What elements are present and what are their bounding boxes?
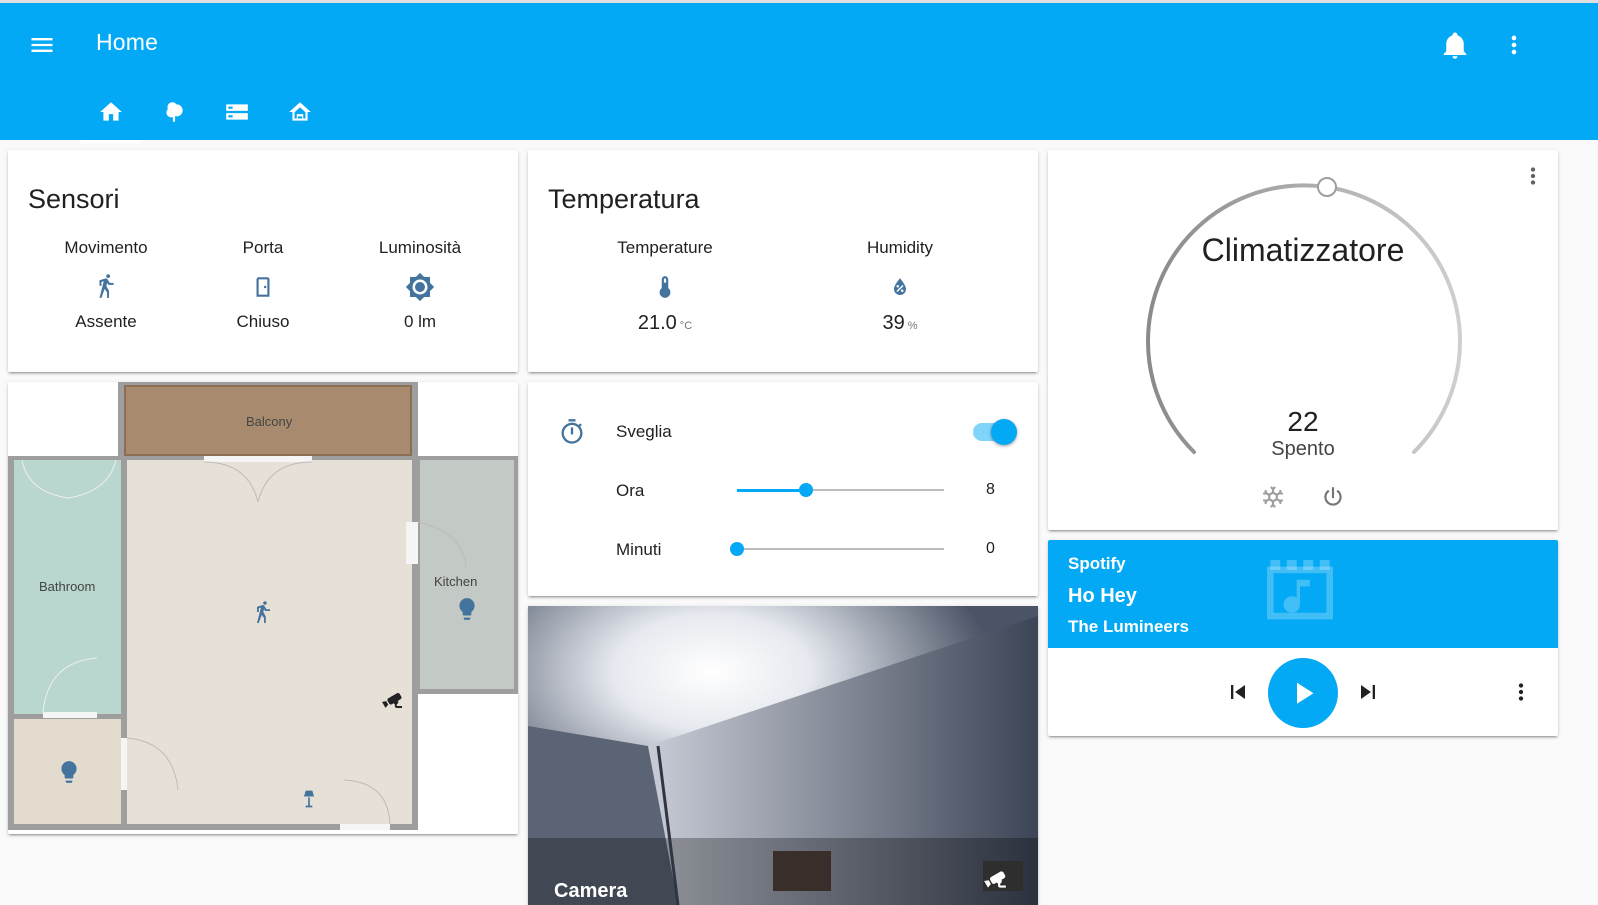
toggle-knob	[991, 419, 1017, 445]
thermostat-state: Spento	[1271, 438, 1335, 460]
sensor-label: Movimento	[64, 238, 148, 257]
media-source: Spotify	[1068, 554, 1126, 573]
temperature-card: Temperatura Temperature 21.0 °C Humidity …	[528, 150, 1038, 372]
media-player-card: Spotify Ho Hey The Lumineers	[1048, 540, 1558, 736]
more-vert-icon[interactable]	[1500, 29, 1528, 61]
music-video-icon	[1260, 560, 1340, 631]
slider-fill	[737, 489, 806, 492]
slider-knob[interactable]	[799, 483, 813, 497]
cctv-icon	[980, 866, 1010, 897]
lightbulb-icon[interactable]	[454, 595, 480, 628]
page-title: Home	[96, 29, 159, 55]
tab-garden[interactable]	[144, 91, 204, 143]
sensor-value: 21.0	[637, 312, 677, 334]
cctv-icon[interactable]	[378, 688, 406, 717]
minutes-label: Minuti	[616, 540, 662, 559]
media-artist: The Lumineers	[1068, 617, 1189, 636]
sensor-value: 39	[882, 312, 905, 334]
sensor-value: 0 lm	[403, 312, 437, 331]
tab-house[interactable]	[270, 91, 330, 143]
home-outline-icon	[289, 102, 311, 121]
app-toolbar: Home	[0, 0, 1598, 143]
sensor-temperature[interactable]: Temperature 21.0 °C	[585, 238, 745, 335]
more-vert-icon[interactable]	[1508, 678, 1534, 711]
room-label-kitchen: Kitchen	[434, 574, 478, 589]
camera-image	[528, 606, 1038, 905]
thermostat-name: Climatizzatore	[1201, 232, 1405, 268]
sensor-luminosity[interactable]: Luminosità 0 lm	[340, 238, 500, 332]
bell-icon[interactable]	[1440, 29, 1470, 61]
sensor-value: Assente	[75, 312, 137, 331]
camera-label: Camera	[554, 880, 628, 902]
dial-handle	[1317, 177, 1337, 197]
door-icon	[183, 262, 343, 312]
floorplan-card: Balcony Bathroom Kitchen	[8, 382, 518, 834]
water-percent-icon	[820, 262, 980, 312]
slider-track	[737, 548, 944, 550]
card-title: Temperatura	[548, 184, 700, 214]
menu-icon[interactable]	[28, 31, 56, 59]
sensor-unit: %	[907, 320, 918, 332]
sensor-humidity[interactable]: Humidity 39%	[820, 238, 980, 335]
play-icon	[1297, 682, 1314, 704]
sensor-motion[interactable]: Movimento Assente	[26, 238, 186, 332]
thermostat-target: 22	[1287, 406, 1319, 437]
thermometer-icon	[585, 262, 745, 312]
alarm-card: Sveglia Ora 8 Minuti 0	[528, 382, 1038, 596]
server-icon	[226, 104, 248, 120]
camera-card[interactable]: Camera	[528, 606, 1038, 905]
media-header: Spotify Ho Hey The Lumineers	[1048, 540, 1558, 648]
hour-label: Ora	[616, 481, 645, 500]
timer-icon	[558, 418, 586, 451]
floor-lamp-icon[interactable]	[299, 785, 319, 818]
sensor-label: Humidity	[866, 238, 934, 257]
more-vert-icon[interactable]	[1520, 162, 1546, 195]
room-label-bathroom: Bathroom	[39, 579, 96, 594]
brightness-icon	[340, 262, 500, 312]
walk-icon	[26, 262, 186, 312]
sensor-label: Luminosità	[378, 238, 462, 257]
alarm-label: Sveglia	[616, 422, 672, 441]
minutes-value: 0	[986, 540, 995, 557]
sensor-label: Porta	[242, 238, 284, 257]
media-title: Ho Hey	[1068, 585, 1137, 607]
lightbulb-icon[interactable]	[56, 758, 82, 791]
tree-icon	[166, 102, 183, 122]
sensor-value: Chiuso	[236, 312, 290, 331]
room-label-balcony: Balcony	[246, 414, 293, 429]
skip-next-icon[interactable]	[1354, 678, 1382, 711]
power-icon[interactable]	[1320, 484, 1346, 515]
sensor-unit: °C	[679, 320, 693, 332]
thermostat-card: Climatizzatore 22 Spento	[1048, 150, 1558, 530]
sensors-card: Sensori Movimento Assente Porta Chiuso L…	[8, 150, 518, 372]
play-button[interactable]	[1268, 658, 1338, 728]
snowflake-icon[interactable]	[1260, 484, 1286, 515]
thermostat-dial[interactable]	[1048, 150, 1558, 530]
tab-server[interactable]	[207, 91, 267, 143]
walk-icon[interactable]	[251, 599, 275, 632]
tab-home[interactable]	[81, 91, 141, 143]
slider-knob[interactable]	[730, 542, 744, 556]
sensor-label: Temperature	[617, 238, 713, 257]
sensor-door[interactable]: Porta Chiuso	[183, 238, 343, 332]
hour-value: 8	[986, 481, 995, 498]
skip-previous-icon[interactable]	[1224, 678, 1252, 711]
card-title: Sensori	[28, 184, 120, 214]
home-icon	[100, 102, 122, 121]
